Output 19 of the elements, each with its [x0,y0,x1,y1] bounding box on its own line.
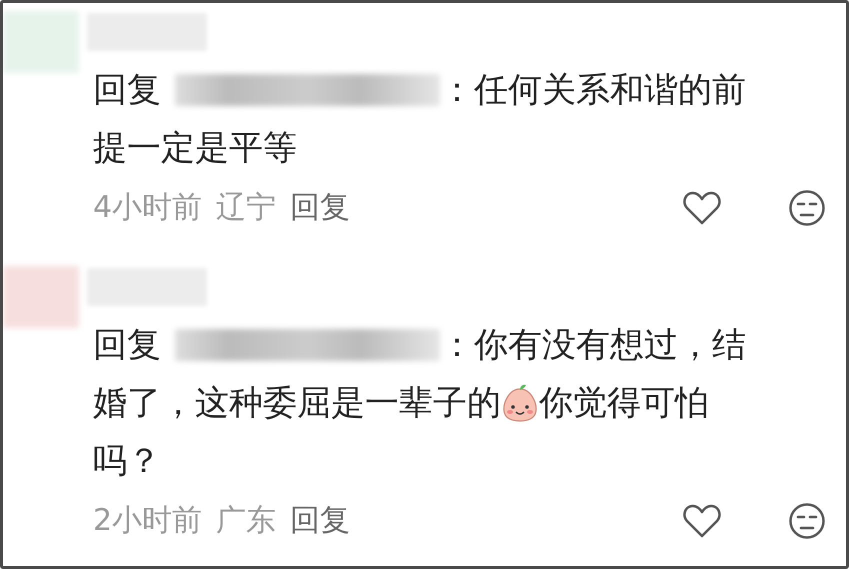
reply-label: 回复 [93,69,161,112]
neutral-face-icon[interactable] [788,502,826,540]
comment-text: 婚了，这种委屈是一辈子的 [93,382,501,425]
reply-label: 回复 [93,324,161,367]
reply-link[interactable]: 回复 [290,500,350,541]
reply-link[interactable]: 回复 [290,187,350,228]
location: 辽宁 [216,189,276,227]
heart-icon[interactable] [682,190,722,226]
heart-icon[interactable] [682,502,722,538]
comment-text: 你觉得可怕 [539,382,709,425]
location: 广东 [216,502,276,540]
neutral-face-icon[interactable] [788,188,826,226]
smiling-face-emoji-icon [501,383,539,423]
comment-text: 吗？ [93,440,161,483]
timestamp: 4小时前 [93,189,202,227]
comment-text: ：任何关系和谐的前 [440,69,746,112]
comment-text: 提一定是平等 [93,127,297,170]
comment-text: ：你有没有想过，结 [440,324,746,367]
timestamp: 2小时前 [93,502,202,540]
